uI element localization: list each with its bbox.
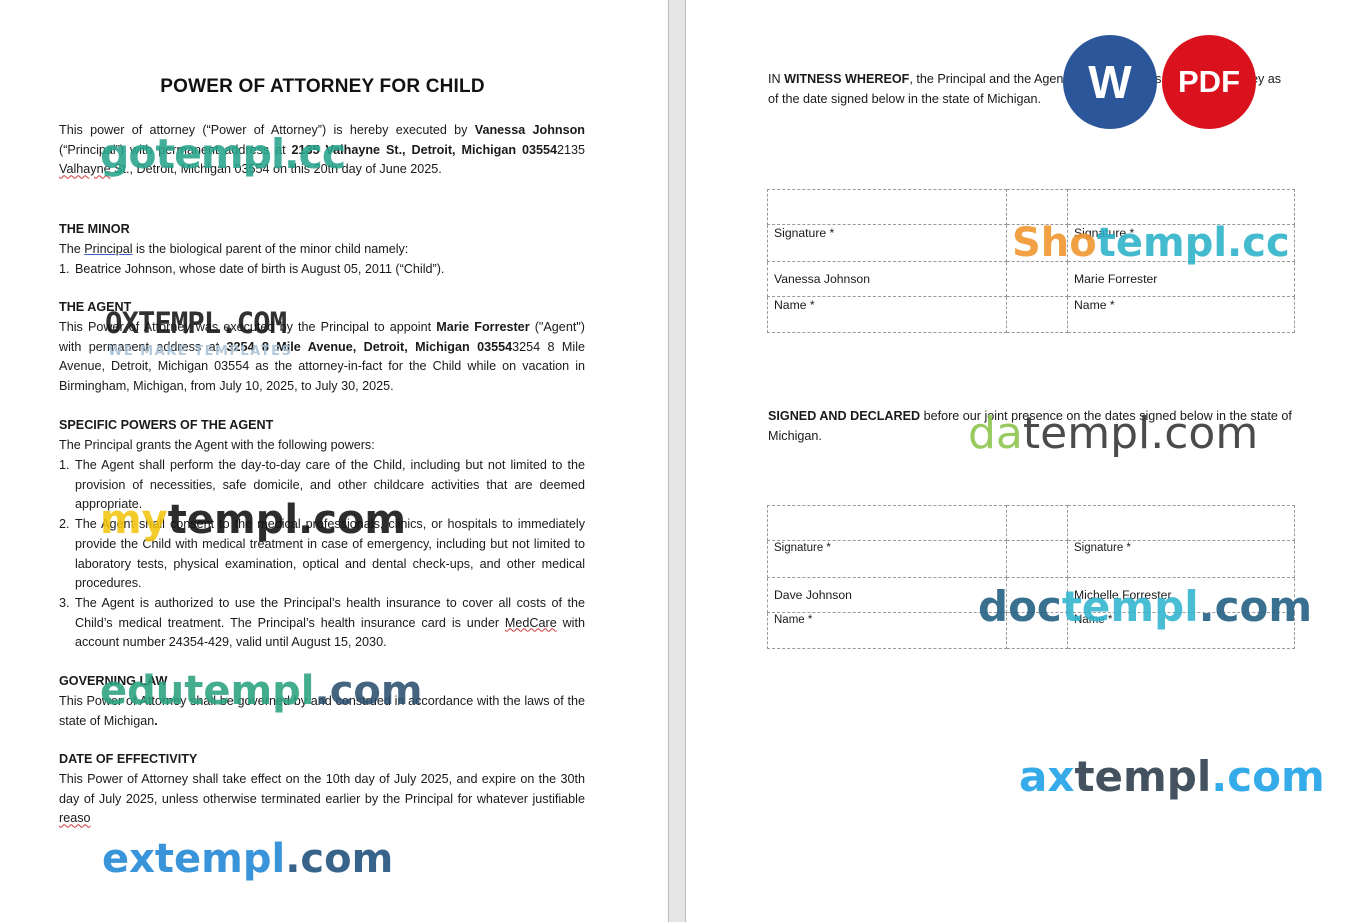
table-spacer: [1006, 505, 1068, 541]
law-period: .: [154, 713, 158, 728]
watermark-datempl: datempl.com: [968, 408, 1258, 459]
watermark-part: templ: [1074, 752, 1212, 801]
watermark-gotempl: gotempl.cc: [100, 130, 346, 178]
watermark-axtempl: axtempl.com: [1019, 752, 1325, 801]
signature-label: Signature *: [767, 540, 1007, 578]
page-gutter: [668, 0, 686, 922]
name-label: Name *: [767, 612, 1007, 649]
watermark-part: .com: [285, 836, 394, 882]
watermark-part: templ.com: [167, 497, 407, 543]
witness-bold: WITNESS WHEREOF: [784, 72, 910, 86]
principal-word: Principal: [84, 242, 133, 256]
watermark-part: Sho: [1012, 220, 1097, 266]
list-item: 3. The Agent is authorized to use the Pri…: [59, 594, 585, 653]
section-heading-effectivity: DATE OF EFFECTIVITY: [59, 752, 198, 766]
list-number: 1.: [59, 262, 70, 276]
intro-text: 2135: [556, 142, 585, 157]
effectivity-text: This Power of Attorney shall take effect…: [59, 772, 585, 806]
spellcheck-word: MedCare: [504, 615, 557, 630]
watermark-part: templ.com: [1022, 408, 1259, 459]
table-row: Name * Name *: [767, 296, 1295, 333]
word-format-icon[interactable]: W: [1063, 35, 1157, 129]
watermark-part: da: [968, 408, 1023, 459]
minor-text: is the biological parent of the minor ch…: [132, 242, 409, 256]
watermark-part: my: [100, 497, 168, 543]
signature-line[interactable]: [1067, 505, 1295, 541]
watermark-part: edutempl: [100, 668, 315, 714]
powers-intro: The Principal grants the Agent with the …: [59, 438, 375, 452]
agent-name: Marie Forrester: [436, 320, 530, 334]
list-number: 3.: [59, 595, 70, 610]
section-heading-minor: THE MINOR: [59, 222, 130, 236]
watermark-part: .com: [1198, 582, 1313, 631]
table-spacer: [1006, 261, 1068, 297]
document-title: POWER OF ATTORNEY FOR CHILD: [160, 76, 485, 97]
section-heading-powers: SPECIFIC POWERS OF THE AGENT: [59, 418, 274, 432]
signer-name-agent: Marie Forrester: [1067, 261, 1295, 297]
watermark-extempl: extempl.com: [102, 836, 393, 882]
list-text: Beatrice Johnson, whose date of birth is…: [75, 262, 445, 276]
watermark-part: templ: [1061, 582, 1199, 631]
watermark-part: templ.cc: [1096, 220, 1290, 266]
watermark-mytempl: mytempl.com: [100, 497, 406, 543]
signer-name-principal: Vanessa Johnson: [767, 261, 1007, 297]
name-label: Name *: [1067, 296, 1295, 333]
table-row: [767, 505, 1295, 541]
list-text: The Agent is authorized to use the Princ…: [75, 594, 585, 653]
watermark-part: .com: [1211, 752, 1325, 801]
table-spacer: [1006, 296, 1068, 333]
watermark-doctempl: doctempl.com: [978, 582, 1312, 631]
witness-text: IN: [768, 72, 785, 86]
watermark-part: ax: [1019, 752, 1075, 801]
pdf-format-icon[interactable]: PDF: [1162, 35, 1256, 129]
signer-name-witness: Dave Johnson: [767, 577, 1007, 613]
watermark-part: .com: [314, 668, 423, 714]
watermark-shotempl: Shotempl.cc: [1012, 220, 1290, 266]
name-label: Name *: [767, 296, 1007, 333]
signature-label: Signature *: [767, 224, 1007, 262]
declared-bold: SIGNED AND DECLARED: [768, 409, 921, 423]
effectivity-paragraph: This Power of Attorney shall take effect…: [59, 770, 585, 829]
table-row: Vanessa Johnson Marie Forrester: [767, 261, 1295, 297]
signature-label: Signature *: [1067, 540, 1295, 578]
watermark-part: doc: [978, 582, 1062, 631]
table-row: Signature * Signature *: [767, 540, 1295, 578]
signature-line[interactable]: [767, 505, 1007, 541]
list-number: 2.: [59, 517, 70, 532]
minor-paragraph: The Principal is the biological parent o…: [59, 240, 585, 260]
watermark-oxtempl-tagline: WE MAKE TEMPLATES: [108, 344, 293, 359]
minor-text: The: [59, 242, 85, 256]
signature-line[interactable]: [767, 189, 1007, 225]
powers-list: 1. The Agent shall perform the day-to-day…: [59, 456, 585, 653]
minor-list: 1. Beatrice Johnson, whose date of birth …: [59, 260, 585, 280]
principal-name: Vanessa Johnson: [474, 123, 585, 137]
list-item: 1. Beatrice Johnson, whose date of birth …: [59, 260, 585, 280]
spellcheck-word: reaso: [59, 811, 91, 826]
table-spacer: [1006, 540, 1068, 578]
watermark-oxtempl: OXTEMPL.COM: [105, 306, 287, 340]
list-number: 1.: [59, 458, 70, 472]
watermark-edutempl: edutempl.com: [100, 668, 423, 714]
page-edge-left: [668, 0, 669, 922]
watermark-part: extempl: [102, 836, 286, 882]
